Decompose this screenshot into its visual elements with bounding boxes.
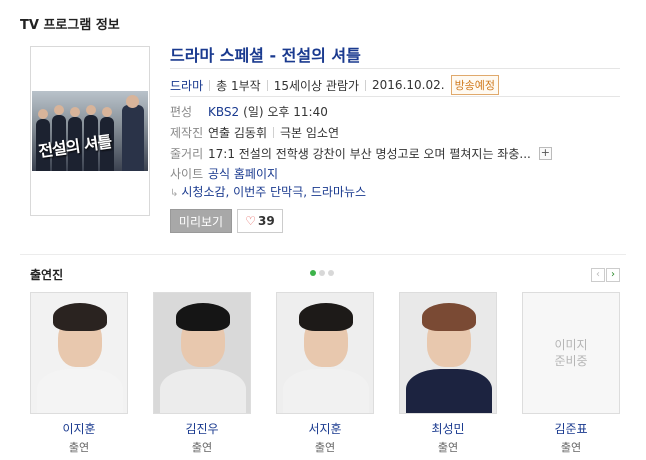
next-page-button[interactable]: › bbox=[606, 268, 620, 282]
cast-role: 출연 bbox=[191, 441, 213, 454]
official-site-link[interactable]: 공식 홈페이지 bbox=[208, 165, 278, 182]
status-badge: 방송예정 bbox=[450, 75, 500, 95]
cast-name[interactable]: 서지훈 bbox=[276, 420, 374, 437]
page-dot[interactable] bbox=[319, 270, 325, 276]
synopsis-label: 줄거리 bbox=[170, 147, 204, 161]
staff-label: 제작진 bbox=[170, 126, 204, 140]
genre-link[interactable]: 드라마 bbox=[170, 77, 203, 94]
page-dot[interactable] bbox=[328, 270, 334, 276]
divider bbox=[365, 79, 367, 91]
cast-photo[interactable] bbox=[30, 292, 128, 414]
cast-name[interactable]: 김준표 bbox=[522, 420, 620, 437]
episode-count: 총 1부작 bbox=[216, 78, 261, 93]
age-rating: 15세이상 관람가 bbox=[273, 78, 360, 93]
cast-role: 출연 bbox=[437, 441, 459, 454]
schedule-label: 편성 bbox=[170, 105, 193, 119]
heart-icon: ♡ bbox=[245, 214, 257, 228]
cast-photo[interactable] bbox=[276, 292, 374, 414]
divider bbox=[273, 127, 275, 138]
like-count: 39 bbox=[258, 214, 275, 228]
poster-image: 전설의 셔틀 bbox=[32, 91, 148, 171]
director: 연출 김동휘 bbox=[208, 126, 268, 140]
channel-link[interactable]: KBS2 bbox=[208, 105, 239, 119]
like-button[interactable]: ♡ 39 bbox=[237, 209, 283, 233]
divider bbox=[209, 79, 211, 91]
cast-card[interactable]: 서지훈 출연 bbox=[276, 292, 374, 455]
cast-card[interactable]: 이미지 준비중 김준표 출연 bbox=[522, 292, 620, 455]
cast-card[interactable]: 이지훈 출연 bbox=[30, 292, 128, 455]
related-link[interactable]: 시청소감, 이번주 단막극, 드라마뉴스 bbox=[181, 185, 366, 199]
divider bbox=[266, 79, 268, 91]
synopsis-text: 17:1 전설의 전학생 강찬이 부산 명성고로 오며 펼쳐지는 좌충... bbox=[208, 147, 531, 161]
schedule-time: (일) 오후 11:40 bbox=[243, 105, 328, 119]
synopsis-row: 줄거리 17:1 전설의 전학생 강찬이 부산 명성고로 오며 펼쳐지는 좌충.… bbox=[170, 145, 552, 162]
air-date: 2016.10.02. bbox=[372, 78, 445, 92]
program-meta: 드라마 총 1부작 15세이상 관람가 2016.10.02. 방송예정 bbox=[170, 75, 500, 95]
page-indicator bbox=[310, 270, 334, 276]
program-title[interactable]: 드라마 스페셜 - 전설의 셔틀 bbox=[170, 42, 361, 66]
arrow-icon: ↳ bbox=[170, 188, 179, 199]
cast-role: 출연 bbox=[314, 441, 336, 454]
divider bbox=[170, 68, 620, 69]
preview-button[interactable]: 미리보기 bbox=[170, 209, 232, 233]
cast-name[interactable]: 김진우 bbox=[153, 420, 251, 437]
cast-photo[interactable] bbox=[399, 292, 497, 414]
cast-card[interactable]: 최성민 출연 bbox=[399, 292, 497, 455]
site-label: 사이트 bbox=[170, 167, 204, 181]
expand-synopsis-button[interactable]: + bbox=[538, 147, 552, 160]
cast-role: 출연 bbox=[560, 441, 582, 454]
section-title: TV 프로그램 정보 bbox=[20, 18, 120, 33]
prev-page-button[interactable]: ‹ bbox=[591, 268, 605, 282]
program-poster[interactable]: 전설의 셔틀 bbox=[30, 46, 150, 216]
cast-title: 출연진 bbox=[30, 268, 64, 282]
schedule-row: 편성 KBS2 (일) 오후 11:40 bbox=[170, 103, 328, 120]
cast-card[interactable]: 김진우 출연 bbox=[153, 292, 251, 455]
site-row: 사이트 공식 홈페이지 bbox=[170, 165, 278, 182]
related-links: ↳ 시청소감, 이번주 단막극, 드라마뉴스 bbox=[170, 183, 366, 200]
no-image-text: 이미지 준비중 bbox=[554, 338, 588, 368]
cast-photo[interactable]: 이미지 준비중 bbox=[522, 292, 620, 414]
cast-name[interactable]: 최성민 bbox=[399, 420, 497, 437]
cast-photo[interactable] bbox=[153, 292, 251, 414]
section-divider bbox=[20, 254, 626, 255]
divider bbox=[170, 96, 620, 97]
cast-name[interactable]: 이지훈 bbox=[30, 420, 128, 437]
staff-row: 제작진 연출 김동휘 극본 임소연 bbox=[170, 124, 339, 141]
no-image-placeholder: 이미지 준비중 bbox=[523, 293, 619, 413]
writer: 극본 임소연 bbox=[280, 126, 340, 140]
cast-role: 출연 bbox=[68, 441, 90, 454]
page-dot[interactable] bbox=[310, 270, 316, 276]
